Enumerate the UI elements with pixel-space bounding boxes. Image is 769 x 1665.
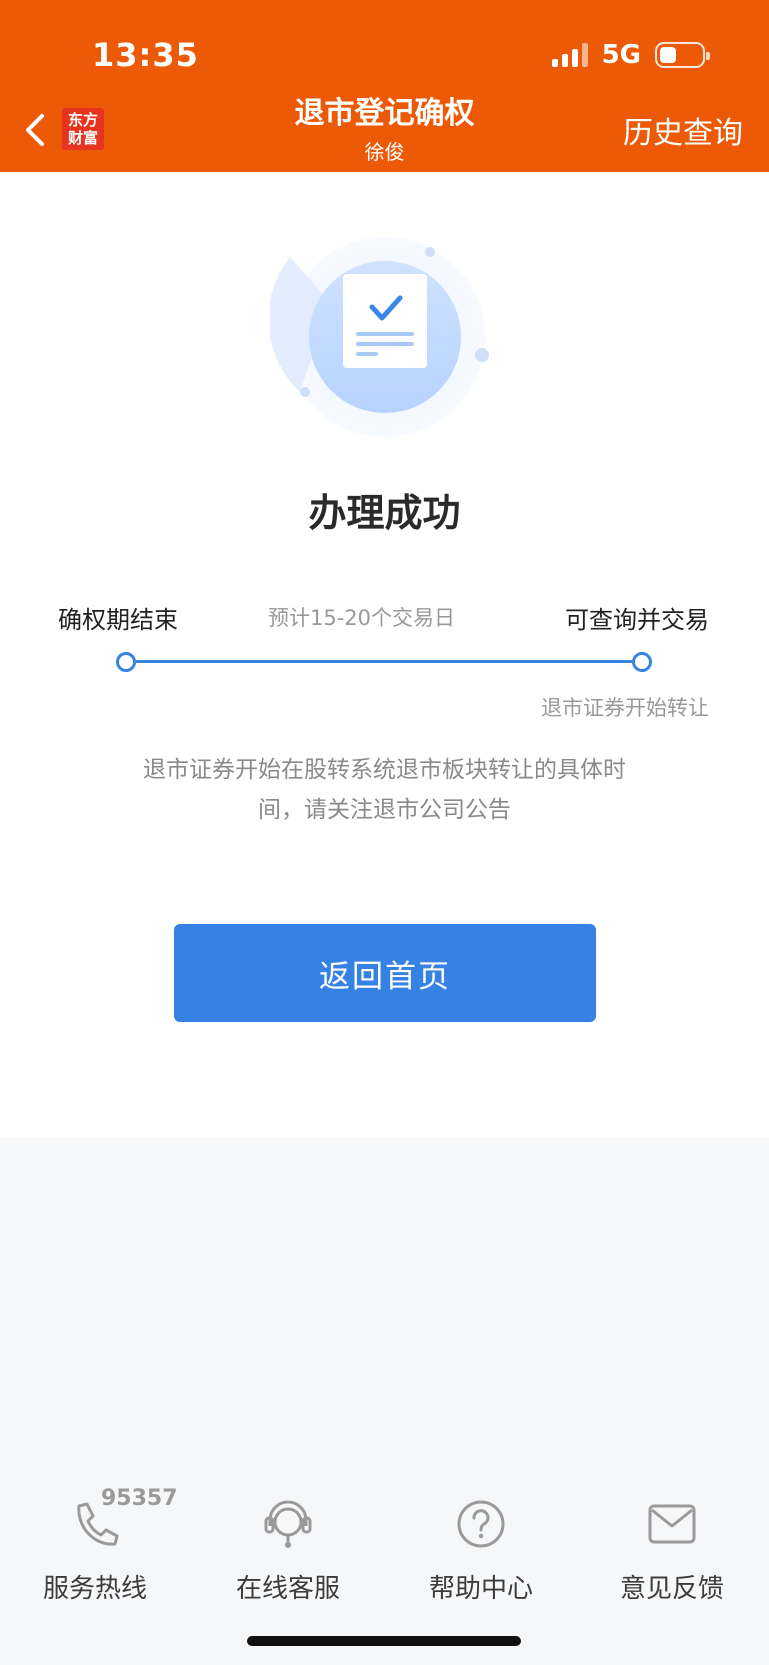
- feedback-button[interactable]: 意见反馈: [582, 1494, 762, 1605]
- hotline-number: 95357: [101, 1486, 178, 1511]
- success-title: 办理成功: [308, 491, 461, 535]
- step-duration-label: 预计15-20个交易日: [268, 606, 456, 630]
- status-time: 13:35: [92, 36, 199, 74]
- service-hotline-button[interactable]: 95357 服务热线: [5, 1486, 185, 1605]
- home-indicator[interactable]: [247, 1636, 521, 1646]
- online-service-button[interactable]: 在线客服: [198, 1494, 378, 1605]
- step-start-label: 确权期结束: [58, 606, 178, 634]
- timeline-start-dot: [116, 652, 136, 672]
- nav-label-help: 帮助中心: [428, 1574, 533, 1604]
- bottom-service-bar: 95357 服务热线 在线客服 帮助中心 意见反馈: [0, 1486, 769, 1624]
- headset-icon: [264, 1500, 312, 1548]
- timeline-end-dot: [632, 652, 652, 672]
- nav-label-feedback: 意见反馈: [619, 1574, 724, 1604]
- question-icon: [457, 1500, 505, 1548]
- app-header: 13:35 5G 东方 财富 退市登记确权 徐俊 历史查询: [0, 0, 769, 172]
- nav-label-online-service: 在线客服: [235, 1574, 340, 1604]
- progress-timeline: [116, 650, 652, 674]
- signal-icon: [551, 43, 588, 67]
- timeline-line: [126, 660, 642, 663]
- result-card: 办理成功 确权期结束 预计15-20个交易日 可查询并交易 退市证券开始转让 退…: [0, 172, 769, 1138]
- battery-icon: [655, 42, 710, 68]
- result-description: 退市证券开始在股转系统退市板块转让的具体时间，请关注退市公司公告: [143, 757, 626, 823]
- nav-label-hotline: 服务热线: [42, 1574, 147, 1604]
- return-home-button[interactable]: 返回首页: [174, 924, 596, 1022]
- network-type: 5G: [601, 40, 641, 70]
- help-center-button[interactable]: 帮助中心: [391, 1494, 571, 1605]
- step-end-note: 退市证券开始转让: [541, 696, 709, 720]
- status-indicators: 5G: [551, 40, 710, 70]
- history-query-link[interactable]: 历史查询: [623, 108, 743, 152]
- mail-icon: [648, 1504, 696, 1544]
- document-check-icon: [270, 237, 489, 437]
- step-end-label: 可查询并交易: [565, 606, 709, 634]
